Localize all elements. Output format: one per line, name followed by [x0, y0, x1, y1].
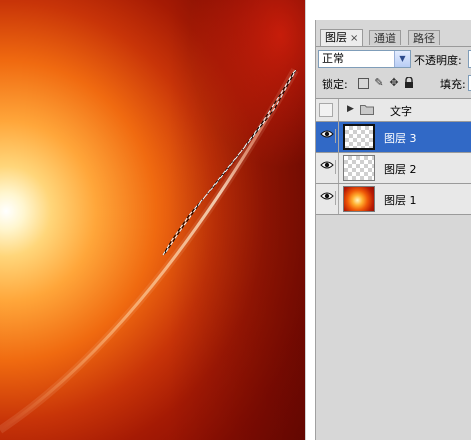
- tab-paths[interactable]: 路径: [408, 30, 440, 45]
- lock-icon[interactable]: [403, 76, 415, 89]
- layer-name: 图层 1: [384, 194, 417, 207]
- visibility-divider: [338, 122, 339, 152]
- layer-thumbnail: [343, 124, 375, 150]
- visibility-divider: [338, 184, 339, 214]
- close-icon[interactable]: ×: [350, 33, 358, 44]
- tab-paths-label: 路径: [413, 32, 435, 45]
- folder-icon: [360, 105, 374, 115]
- tab-layers[interactable]: 图层 ×: [320, 29, 364, 46]
- document-canvas[interactable]: [0, 0, 305, 440]
- lock-toolbar: 锁定: ✎ ✥ 填充:: [316, 74, 471, 94]
- eye-icon[interactable]: [319, 191, 336, 205]
- move-icon[interactable]: ✥: [388, 77, 400, 89]
- layer-name: 图层 3: [384, 132, 417, 145]
- brush-icon[interactable]: ✎: [373, 77, 385, 89]
- fill-label: 填充:: [440, 78, 466, 91]
- eye-icon[interactable]: [319, 160, 336, 174]
- chevron-down-icon[interactable]: ▼: [394, 51, 410, 67]
- lock-label: 锁定:: [322, 78, 348, 91]
- layers-panel: 图层 × 通道 路径 正常 ▼ 不透明度: 锁定: ✎ ✥ 填充: ▶ 文字 图…: [315, 20, 471, 440]
- tab-layers-label: 图层: [325, 31, 347, 44]
- visibility-toggle[interactable]: [319, 103, 333, 117]
- panel-tabbar: 图层 × 通道 路径: [316, 28, 471, 47]
- tab-channels-label: 通道: [374, 32, 396, 45]
- opacity-label: 不透明度:: [414, 54, 462, 67]
- layer-name: 图层 2: [384, 163, 417, 176]
- layer-thumbnail: [343, 186, 375, 212]
- layer-name: 文字: [390, 105, 412, 118]
- blend-mode-value: 正常: [322, 52, 344, 65]
- tab-channels[interactable]: 通道: [369, 30, 401, 45]
- visibility-divider: [338, 99, 339, 121]
- layer-group-row[interactable]: ▶ 文字: [316, 99, 471, 122]
- blend-mode-select[interactable]: 正常 ▼: [318, 50, 411, 68]
- layers-list: ▶ 文字 图层 3 图层 2 图层 1: [316, 98, 471, 215]
- triangle-right-icon[interactable]: ▶: [347, 104, 354, 114]
- lock-transparent-pixels-icon[interactable]: [358, 78, 369, 89]
- layer-row[interactable]: 图层 2: [316, 153, 471, 184]
- visibility-divider: [338, 153, 339, 183]
- layer-row[interactable]: 图层 3: [316, 122, 471, 153]
- layer-row[interactable]: 图层 1: [316, 184, 471, 215]
- canvas-artwork: [0, 0, 305, 440]
- blend-toolbar: 正常 ▼ 不透明度:: [316, 48, 471, 70]
- rim-glow: [0, 0, 305, 440]
- layer-thumbnail: [343, 155, 375, 181]
- eye-icon[interactable]: [319, 129, 336, 143]
